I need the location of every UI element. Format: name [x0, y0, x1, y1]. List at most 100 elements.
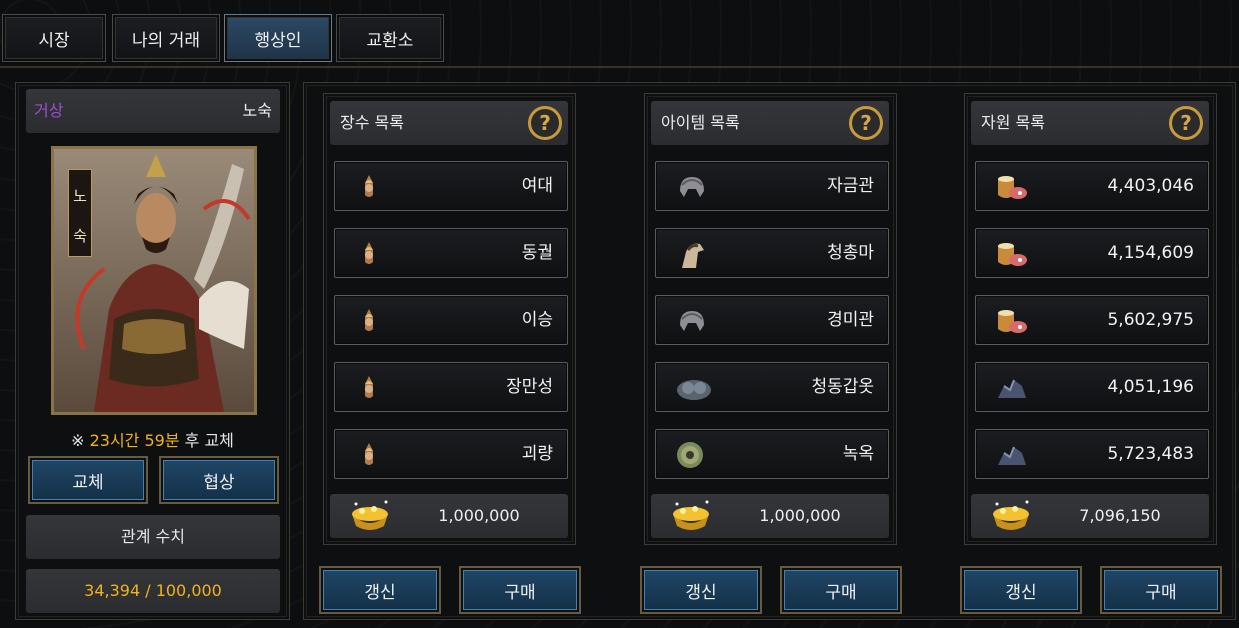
portrait-name-char: 숙: [73, 227, 87, 245]
item-name: 4,051,196: [1107, 377, 1194, 397]
help-icon[interactable]: ?: [528, 106, 562, 140]
replace-timer: ※ 23시간 59분 후 교체: [16, 427, 289, 451]
merchant-type-label: 거상: [34, 101, 64, 120]
relation-label: 관계 수치: [26, 515, 280, 559]
food-icon: [994, 238, 1027, 270]
list-title: 아이템 목록: [661, 113, 740, 132]
button-label: 협상: [203, 472, 235, 493]
timer-value: 23시간 59분: [89, 431, 180, 450]
list-panel: 자원 목록? 4,403,046 4,154,609 5,602,975 4,051,1…: [964, 93, 1217, 545]
item-name: 경미관: [827, 310, 874, 330]
tab-label: 나의 거래: [132, 30, 200, 51]
refresh-button[interactable]: 갱신: [640, 566, 762, 614]
list-item[interactable]: 청총마: [655, 228, 889, 278]
tab-label: 행상인: [254, 30, 302, 51]
negotiate-button[interactable]: 협상: [159, 456, 279, 504]
general-helmet-icon: [353, 171, 385, 203]
help-icon[interactable]: ?: [1169, 106, 1203, 140]
list-item[interactable]: 경미관: [655, 295, 889, 345]
list-item[interactable]: 청동갑옷: [655, 362, 889, 412]
list-header: 아이템 목록?: [651, 101, 889, 145]
item-name: 이승: [521, 310, 553, 330]
item-name: 5,723,483: [1107, 444, 1194, 464]
helmet-icon: [674, 171, 706, 203]
button-label: 갱신: [1005, 582, 1037, 603]
price-bar: 1,000,000: [651, 494, 889, 538]
jade-icon: [674, 439, 706, 471]
list-item[interactable]: 괴량: [334, 429, 568, 479]
item-name: 여대: [521, 176, 553, 196]
price-value: 1,000,000: [759, 506, 841, 525]
portrait-name-char: 노: [73, 187, 87, 205]
merchant-name: 노숙: [242, 101, 272, 120]
replace-button[interactable]: 교체: [28, 456, 148, 504]
buy-button[interactable]: 구매: [1100, 566, 1222, 614]
price-value: 1,000,000: [438, 506, 520, 525]
button-label: 갱신: [364, 582, 396, 603]
list-item[interactable]: 5,723,483: [975, 429, 1209, 479]
refresh-button[interactable]: 갱신: [319, 566, 441, 614]
helmet-icon: [674, 305, 706, 337]
list-header: 장수 목록?: [330, 101, 568, 145]
tab-exchange[interactable]: 교환소: [336, 14, 444, 62]
buy-button[interactable]: 구매: [459, 566, 581, 614]
tab-label: 교환소: [366, 30, 414, 51]
gold-icon: [989, 498, 1033, 538]
list-panel: 장수 목록? 여대동궐이승장만성괴량 1,000,000: [323, 93, 576, 545]
refresh-button[interactable]: 갱신: [960, 566, 1082, 614]
general-helmet-icon: [353, 238, 385, 270]
buy-button[interactable]: 구매: [780, 566, 902, 614]
list-item[interactable]: 4,403,046: [975, 161, 1209, 211]
item-name: 4,403,046: [1107, 176, 1194, 196]
tab-bar: 시장 나의 거래 행상인 교환소: [0, 0, 1239, 68]
item-name: 괴량: [521, 444, 553, 464]
tab-label: 시장: [38, 30, 70, 51]
tab-market[interactable]: 시장: [2, 14, 106, 62]
list-item[interactable]: 동궐: [334, 228, 568, 278]
general-helmet-icon: [353, 439, 385, 471]
button-label: 갱신: [685, 582, 717, 603]
item-name: 5,602,975: [1107, 310, 1194, 330]
food-icon: [994, 305, 1027, 337]
timer-suffix: 후 교체: [184, 431, 234, 450]
button-label: 구매: [1145, 582, 1177, 603]
list-header: 자원 목록?: [971, 101, 1209, 145]
button-label: 구매: [825, 582, 857, 603]
price-bar: 1,000,000: [330, 494, 568, 538]
list-item[interactable]: 장만성: [334, 362, 568, 412]
price-bar: 7,096,150: [971, 494, 1209, 538]
list-item[interactable]: 자금관: [655, 161, 889, 211]
item-name: 녹옥: [842, 444, 874, 464]
list-item[interactable]: 4,051,196: [975, 362, 1209, 412]
tab-peddler[interactable]: 행상인: [224, 14, 332, 62]
list-item[interactable]: 여대: [334, 161, 568, 211]
relation-value: 34,394 / 100,000: [26, 569, 280, 613]
portrait-name-plate: 노 숙: [68, 169, 92, 257]
price-value: 7,096,150: [1079, 506, 1161, 525]
merchant-header: 거상 노숙: [26, 89, 280, 133]
merchant-portrait: 노 숙: [51, 146, 257, 415]
general-helmet-icon: [353, 305, 385, 337]
list-item[interactable]: 녹옥: [655, 429, 889, 479]
list-item[interactable]: 5,602,975: [975, 295, 1209, 345]
button-label: 구매: [504, 582, 536, 603]
ore-icon: [994, 439, 1026, 471]
list-title: 자원 목록: [981, 113, 1045, 132]
tab-my-trades[interactable]: 나의 거래: [112, 14, 220, 62]
item-name: 청총마: [827, 243, 874, 263]
gold-icon: [669, 498, 713, 538]
gold-icon: [348, 498, 392, 538]
list-item[interactable]: 이승: [334, 295, 568, 345]
armor-icon: [674, 372, 711, 404]
timer-prefix: ※: [71, 431, 85, 450]
merchant-screen: 시장 나의 거래 행상인 교환소 거상 노숙 노 숙 ※ 23시간 59분 후 …: [0, 0, 1239, 628]
general-helmet-icon: [353, 372, 385, 404]
item-name: 동궐: [521, 243, 553, 263]
merchant-panel: 거상 노숙 노 숙 ※ 23시간 59분 후 교체 교체 협상 관계 수치 34…: [15, 82, 290, 620]
list-item[interactable]: 4,154,609: [975, 228, 1209, 278]
ore-icon: [994, 372, 1026, 404]
help-icon[interactable]: ?: [849, 106, 883, 140]
item-name: 청동갑옷: [811, 377, 874, 397]
item-name: 4,154,609: [1107, 243, 1194, 263]
item-name: 장만성: [506, 377, 553, 397]
